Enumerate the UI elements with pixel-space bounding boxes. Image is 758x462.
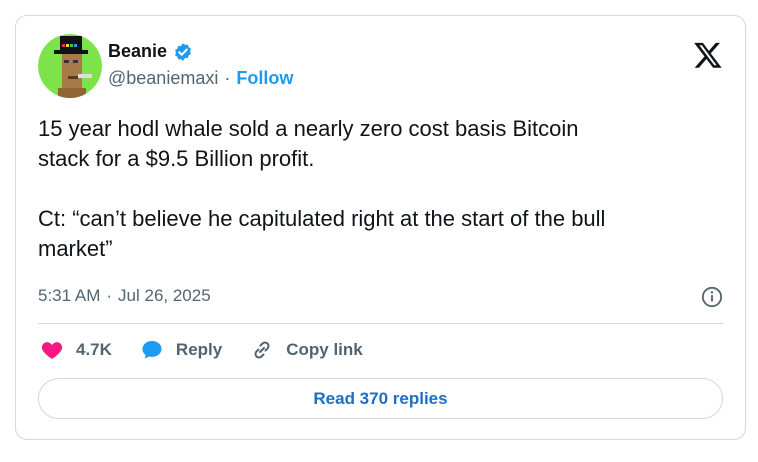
heart-icon xyxy=(41,342,63,359)
author-handle[interactable]: @beaniemaxi xyxy=(108,68,218,89)
reply-label: Reply xyxy=(175,340,223,359)
like-button[interactable]: 4.7K xyxy=(40,338,112,362)
copy-link-button[interactable]: Copy link xyxy=(250,338,363,362)
separator: · xyxy=(224,68,231,88)
tweet-card: Beanie @beaniemaxi · Follow 15 year hodl… xyxy=(15,15,746,440)
like-count: 4.7K xyxy=(76,340,112,359)
author-name-row: Beanie xyxy=(108,41,193,62)
reply-button[interactable]: Reply xyxy=(140,338,222,362)
read-replies-button[interactable]: Read 370 replies xyxy=(38,378,723,419)
copy-link-label: Copy link xyxy=(286,340,363,359)
action-bar: 4.7K Reply Copy link xyxy=(40,338,391,362)
author-handle-row: @beaniemaxi · Follow xyxy=(108,68,293,89)
separator: · xyxy=(106,286,113,305)
tweet-text: 15 year hodl whale sold a nearly zero co… xyxy=(38,116,606,261)
verified-badge-icon xyxy=(173,42,193,62)
info-icon[interactable] xyxy=(701,286,723,308)
avatar[interactable] xyxy=(38,34,102,98)
avatar-image xyxy=(38,34,102,98)
follow-button[interactable]: Follow xyxy=(236,68,293,89)
speech-bubble-icon xyxy=(142,341,162,359)
author-name[interactable]: Beanie xyxy=(108,41,167,62)
tweet-timestamp[interactable]: 5:31 AM · Jul 26, 2025 xyxy=(38,286,211,306)
link-icon xyxy=(254,341,270,359)
x-logo-icon[interactable] xyxy=(693,40,723,70)
divider xyxy=(38,323,723,324)
tweet-time: 5:31 AM xyxy=(38,286,101,305)
tweet-date: Jul 26, 2025 xyxy=(118,286,211,305)
